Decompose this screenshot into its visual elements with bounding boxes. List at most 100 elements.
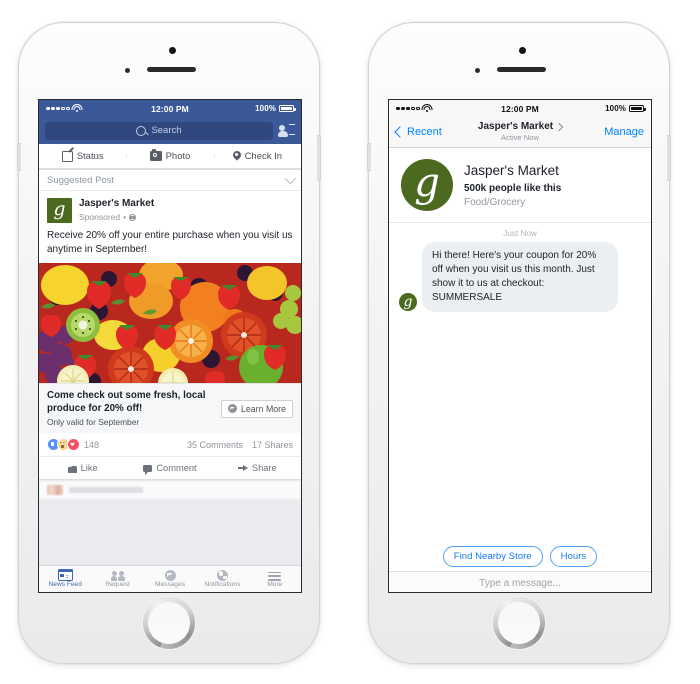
status-battery-group: 100% [539,104,646,113]
proximity-sensor [125,68,130,73]
link-text-block: Come check out some fresh, local produce… [47,390,215,427]
sponsored-post-card: Suggested Post g Jasper's Market Sponsor… [39,169,301,481]
conversation-subtitle: Active Now [501,132,539,142]
bullet-separator: • [123,211,127,222]
business-name: Jasper's Market [464,162,559,178]
home-button-left[interactable] [143,597,195,649]
post-author-meta: Jasper's Market Sponsored • [79,198,154,223]
fruit-collage-svg [39,263,301,383]
status-signal-group [396,104,501,112]
friend-requests-icon[interactable] [278,123,295,138]
wifi-icon [421,104,433,112]
proximity-sensor [475,68,480,73]
message-thread[interactable]: Just Now g Hi there! Here's your coupon … [389,223,651,541]
tab-news-feed[interactable]: News Feed [39,568,91,589]
share-button[interactable]: Share [214,463,301,473]
quick-reply-find-nearby-store[interactable]: Find Nearby Store [442,545,543,567]
facebook-top-bar: Search [39,117,301,144]
back-button[interactable]: Recent [394,126,452,138]
logo-letter-g: g [414,160,440,206]
messenger-icon [164,569,176,581]
thumbs-up-icon [67,464,77,473]
like-button[interactable]: Like [39,463,126,473]
conversation-title: Jasper's Market [477,121,554,133]
post-image[interactable] [39,263,301,383]
camera-icon [149,149,162,161]
status-compose-icon [61,150,73,162]
next-post-preview[interactable] [39,480,301,500]
tab-messages[interactable]: Messages [144,569,196,589]
link-attachment[interactable]: Come check out some fresh, local produce… [39,383,301,434]
ios-status-bar-left: 12:00 PM 100% [39,100,301,117]
fruit-collage [39,263,301,383]
suggested-post-header: Suggested Post [39,170,301,191]
learn-more-button[interactable]: Learn More [221,399,293,418]
globe-icon [129,213,137,221]
message-input[interactable]: Type a message... [389,571,651,592]
reactions-summary[interactable]: 148 [47,438,99,452]
message-bubble[interactable]: Hi there! Here's your coupon for 20% off… [422,242,618,312]
checkin-compose-label: Check In [244,150,283,162]
news-feed-icon [57,568,73,581]
news-feed-scroll[interactable]: Suggested Post g Jasper's Market Sponsor… [39,169,301,592]
share-label: Share [251,463,277,474]
hamburger-menu-icon [268,570,282,581]
comment-label: Comment [156,463,197,474]
reaction-icons [47,438,80,452]
tab-request[interactable]: Request [91,570,143,589]
quick-reply-hours[interactable]: Hours [549,545,598,567]
share-arrow-icon [237,464,248,472]
battery-percent: 100% [255,104,276,113]
location-pin-icon [233,151,241,161]
front-camera [519,47,526,54]
post-page-name: Jasper's Market [79,198,155,210]
comment-button[interactable]: Comment [126,463,213,474]
chevron-right-icon [554,122,564,132]
business-profile-card[interactable]: g Jasper's Market 500k people like this … [389,148,651,223]
search-input[interactable]: Search [45,121,273,140]
messenger-nav-bar: Recent Jasper's Market Active Now Manage [389,117,651,148]
jaspers-market-logo: g [47,198,72,223]
like-label: Like [80,463,98,474]
tab-notifications-label: Notifications [204,580,241,588]
post-action-footer: Like Comment Share [39,457,301,479]
wifi-icon [71,104,83,112]
conversation-title-row: Jasper's Market [452,121,588,133]
battery-icon [279,105,296,112]
photo-compose-button[interactable]: Photo [126,149,213,162]
comments-count[interactable]: 35 Comments [187,440,243,450]
business-likes: 500k people like this [464,183,562,195]
tab-notifications[interactable]: Notifications [196,569,248,589]
business-meta: Jasper's Market 500k people like this Fo… [464,162,561,209]
screenshot-stage: 12:00 PM 100% Search Status Photo Check … [0,0,700,684]
search-icon [136,125,147,136]
status-signal-group [46,104,151,112]
home-button-right[interactable] [493,597,545,649]
status-compose-button[interactable]: Status [39,150,126,162]
chevron-down-icon[interactable] [284,172,297,185]
conversation-title-block[interactable]: Jasper's Market Active Now [452,121,588,142]
checkin-compose-button[interactable]: Check In [213,150,301,162]
manage-button[interactable]: Manage [588,126,644,138]
suggested-post-label: Suggested Post [47,174,115,186]
message-row: g Hi there! Here's your coupon for 20% o… [389,242,651,312]
comments-shares-counts: 35 Comments 17 Shares [187,440,293,450]
post-sponsored-row: Sponsored • [79,212,154,223]
jaspers-market-logo: g [401,159,453,211]
earpiece-speaker [147,67,196,72]
manage-label: Manage [604,126,644,138]
tab-request-label: Request [105,580,130,588]
photo-compose-label: Photo [165,150,191,162]
tab-more[interactable]: More [249,570,301,589]
status-time: 12:00 PM [151,103,189,114]
battery-percent: 100% [605,104,626,113]
tab-messages-label: Messages [154,580,186,588]
composer-action-bar: Status Photo Check In [39,144,301,169]
friend-requests-icon [110,570,125,581]
next-post-thumbnail [47,485,63,496]
shares-count[interactable]: 17 Shares [252,440,293,450]
iphone-left-device: 12:00 PM 100% Search Status Photo Check … [17,22,321,664]
post-author-row[interactable]: g Jasper's Market Sponsored • [39,191,301,228]
signal-dots-icon [46,106,70,111]
sponsored-label: Sponsored [79,211,121,222]
